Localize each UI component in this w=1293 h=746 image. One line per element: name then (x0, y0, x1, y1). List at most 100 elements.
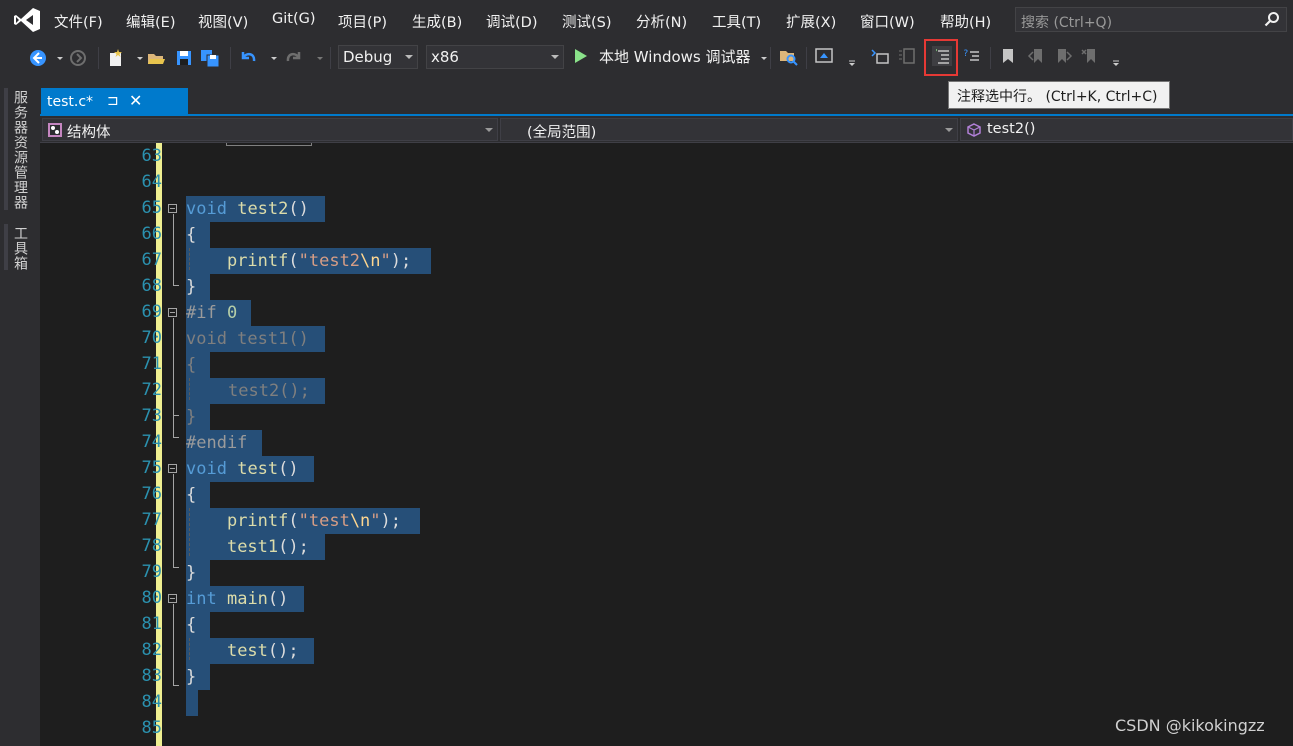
solution-platform-select[interactable]: x86 (426, 45, 564, 69)
chevron-down-icon (551, 55, 559, 59)
uncomment-selection-icon[interactable]: ? (962, 46, 982, 66)
search-icon[interactable] (1264, 11, 1280, 27)
type-scope-value: (全局范围) (527, 125, 597, 141)
solution-configuration-select[interactable]: Debug (338, 45, 418, 69)
start-debugging-label: 本地 Windows 调试器 (599, 48, 751, 66)
find-in-files-icon[interactable] (778, 46, 798, 66)
menu-git[interactable]: Git(G) (272, 11, 316, 27)
undo-icon[interactable] (238, 48, 258, 68)
line-number: 66 (141, 224, 162, 244)
navigate-forward-icon[interactable] (68, 48, 88, 68)
menu-window[interactable]: 窗口(W) (860, 11, 915, 32)
line-number: 77 (141, 510, 162, 530)
code-line-66: { (186, 225, 197, 245)
menu-view[interactable]: 视图(V) (198, 11, 248, 32)
line-number: 65 (141, 198, 162, 218)
collapse-icon[interactable] (168, 464, 177, 473)
watermark: CSDN @kikokingzz (1115, 716, 1265, 735)
redo-icon[interactable] (284, 48, 304, 68)
code-editor[interactable]: 63 64 65 66 67 68 69 70 71 72 73 74 75 76 77 78 79 80 81 82… (40, 143, 1293, 746)
overflow-dropdown-icon[interactable] (842, 48, 855, 68)
code-line-80: int main() (186, 589, 289, 609)
menu-bar: 文件(F) 编辑(E) 视图(V) Git(G) 项目(P) 生成(B) 调试(… (0, 0, 1293, 40)
tab-label: test.c* (47, 94, 94, 110)
line-number: 67 (141, 250, 162, 270)
menu-edit[interactable]: 编辑(E) (126, 11, 175, 32)
code-line-69: #if 0 (186, 303, 238, 323)
svg-text:?: ? (963, 49, 968, 59)
code-line-77: printf("test\n"); (226, 511, 402, 531)
member-scope-value: test2() (987, 121, 1036, 137)
pin-icon[interactable]: ⊐ (107, 93, 119, 109)
member-scope-select[interactable]: test2() (960, 118, 1293, 141)
type-scope-select[interactable]: (全局范围) (500, 118, 958, 141)
line-number: 81 (141, 614, 162, 634)
collapse-icon[interactable] (168, 308, 177, 317)
previous-bookmark-icon[interactable] (1026, 46, 1046, 66)
line-number: 63 (141, 146, 162, 166)
line-number: 70 (141, 328, 162, 348)
collapse-icon[interactable] (168, 594, 177, 603)
menu-analyze[interactable]: 分析(N) (636, 11, 687, 32)
comment-button-highlight (924, 39, 958, 76)
server-explorer-tab[interactable]: 服务器资源管理器 (10, 90, 30, 210)
save-all-icon[interactable] (200, 48, 220, 68)
close-icon[interactable]: ✕ (129, 91, 142, 110)
line-number: 71 (141, 354, 162, 374)
menu-debug[interactable]: 调试(D) (486, 11, 537, 32)
back-dropdown-icon[interactable] (50, 48, 63, 68)
menu-tools[interactable]: 工具(T) (712, 11, 761, 32)
toolbox-tab[interactable]: 工具箱 (10, 226, 30, 271)
tab-test-c[interactable]: test.c* ⊐ ✕ (41, 88, 188, 116)
code-line-75: void test() (186, 459, 299, 479)
code-line-70: void test1() (186, 329, 309, 349)
line-number: 80 (141, 588, 162, 608)
struct-icon (48, 123, 62, 137)
menu-test[interactable]: 测试(S) (562, 11, 612, 32)
open-file-icon[interactable] (146, 48, 166, 68)
code-line-65: void test2() (186, 199, 309, 219)
browser-link-icon[interactable] (814, 46, 834, 66)
line-number: 75 (141, 458, 162, 478)
line-number: 72 (141, 380, 162, 400)
increase-indent-icon[interactable] (896, 46, 916, 66)
clear-bookmarks-icon[interactable] (1080, 46, 1100, 66)
line-number: 85 (141, 718, 162, 738)
code-line-79: } (186, 563, 197, 583)
search-box[interactable]: 搜索 (Ctrl+Q) (1015, 7, 1287, 32)
new-project-icon[interactable] (106, 48, 126, 68)
run-dropdown-icon[interactable] (754, 48, 767, 68)
search-input[interactable]: 搜索 (Ctrl+Q) (1021, 12, 1112, 32)
line-number: 82 (141, 640, 162, 660)
line-number: 69 (141, 302, 162, 322)
toolbar-overflow-icon[interactable] (1106, 48, 1119, 68)
navigation-bar: 结构体 (全局范围) test2() (40, 117, 1293, 143)
save-icon[interactable] (174, 48, 194, 68)
code-line-83: } (186, 667, 197, 687)
navigate-back-icon[interactable] (28, 48, 48, 68)
menu-file[interactable]: 文件(F) (54, 11, 103, 32)
collapse-icon[interactable] (168, 204, 177, 213)
new-project-dropdown-icon[interactable] (130, 48, 143, 68)
chevron-down-icon (485, 128, 493, 132)
code-line-82: test(); (226, 641, 299, 661)
undo-dropdown-icon[interactable] (264, 48, 277, 68)
redo-dropdown-icon[interactable] (310, 48, 323, 68)
menu-extensions[interactable]: 扩展(X) (786, 11, 836, 32)
next-bookmark-icon[interactable] (1054, 46, 1074, 66)
menu-project[interactable]: 项目(P) (338, 11, 387, 32)
code-line-71: { (186, 355, 197, 375)
line-number: 73 (141, 406, 162, 426)
project-scope-value: 结构体 (67, 125, 111, 141)
line-number: 76 (141, 484, 162, 504)
menu-build[interactable]: 生成(B) (412, 11, 462, 32)
menu-help[interactable]: 帮助(H) (940, 11, 991, 32)
project-scope-select[interactable]: 结构体 (42, 118, 498, 141)
solution-configuration-value: Debug (343, 48, 393, 66)
line-number: 79 (141, 562, 162, 582)
bookmark-icon[interactable] (998, 46, 1018, 66)
method-icon (967, 123, 981, 137)
chevron-down-icon (405, 55, 413, 59)
code-line-72: test2(); (228, 381, 310, 401)
decrease-indent-icon[interactable] (870, 46, 890, 66)
